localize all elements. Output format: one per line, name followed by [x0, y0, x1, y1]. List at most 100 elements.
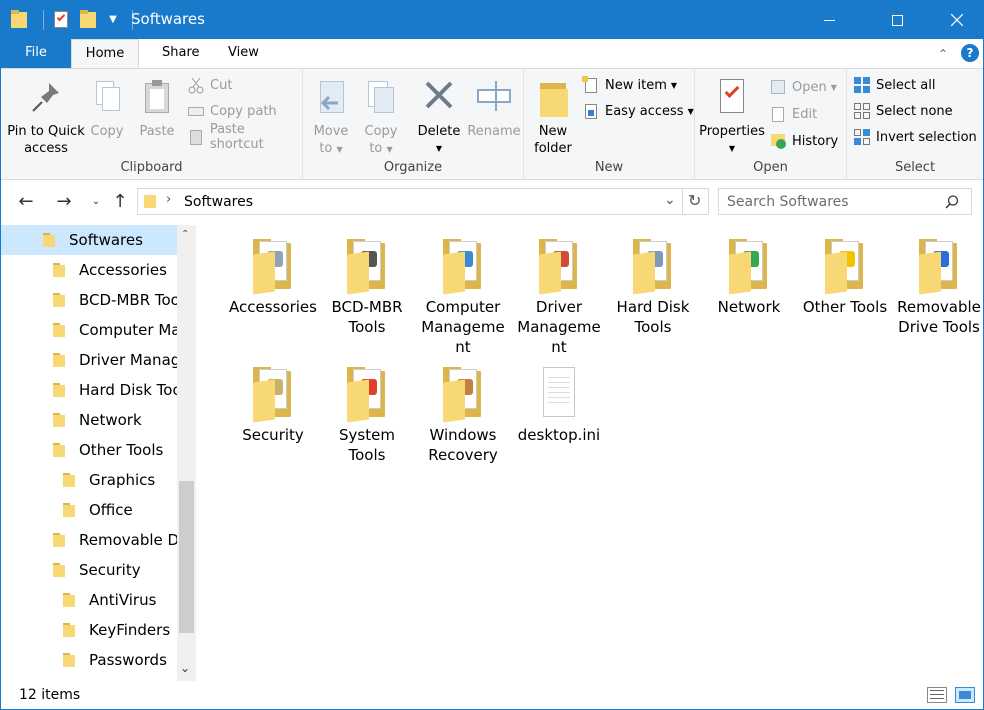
help-icon[interactable]: ?	[961, 44, 979, 62]
close-button[interactable]	[934, 1, 980, 39]
scissors-icon	[187, 76, 205, 94]
dropdown-arrow-icon: ▼	[670, 80, 678, 90]
tree-item[interactable]: Network	[1, 405, 177, 435]
item-label: Windows	[429, 426, 497, 444]
tree-item-label: BCD-MBR Tools	[79, 291, 177, 309]
new-folder-button[interactable]: New folder	[530, 75, 576, 157]
new-folder-label-line1: New	[538, 124, 568, 139]
select-group: Select all Select none Invert selection …	[847, 69, 983, 179]
tree-item[interactable]: Softwares	[1, 225, 177, 255]
tree-item[interactable]: AntiVirus	[1, 585, 177, 615]
rename-button[interactable]: Rename	[467, 75, 521, 140]
invert-selection-label: Invert selection	[876, 129, 977, 145]
item-count: 12 items	[19, 687, 81, 703]
breadcrumb-chevron-icon[interactable]: ›	[166, 192, 171, 207]
properties-icon[interactable]	[50, 9, 72, 31]
tree-item[interactable]: Office	[1, 495, 177, 525]
address-path[interactable]: Softwares	[184, 194, 253, 210]
tree-item[interactable]: Graphics	[1, 465, 177, 495]
folder-item[interactable]: Removable Drive Tools	[893, 225, 984, 337]
tree-item[interactable]: Driver Management	[1, 345, 177, 375]
history-label: History	[792, 133, 839, 149]
folder-item[interactable]: Accessories	[227, 225, 319, 317]
customize-toolbar-chevron-icon[interactable]: ▼	[106, 9, 120, 31]
tree-item[interactable]: Passwords	[1, 645, 177, 675]
tree-item[interactable]: Removable Drive Tools	[1, 525, 177, 555]
delete-button[interactable]: Delete ▼	[415, 75, 463, 157]
refresh-icon[interactable]: ↻	[688, 191, 701, 210]
easy-access-button[interactable]: Easy access ▼	[582, 100, 694, 122]
paste-shortcut-button[interactable]: Paste shortcut	[187, 122, 302, 152]
tab-home[interactable]: Home	[71, 39, 139, 69]
collapse-ribbon-chevron-icon[interactable]: ⌃	[938, 47, 948, 61]
cut-button[interactable]: Cut	[187, 74, 232, 96]
tree-item[interactable]: Accessories	[1, 255, 177, 285]
search-icon[interactable]	[945, 195, 959, 209]
tab-share[interactable]: Share	[146, 39, 216, 68]
up-arrow-icon[interactable]: ↑	[109, 191, 131, 213]
large-icons-view-icon[interactable]	[955, 687, 975, 703]
tree-item[interactable]: BCD-MBR Tools	[1, 285, 177, 315]
file-item[interactable]: desktop.ini	[513, 353, 605, 445]
details-view-icon[interactable]	[927, 687, 947, 703]
history-button[interactable]: History	[769, 130, 838, 152]
tree-item[interactable]: Computer Management	[1, 315, 177, 345]
properties-button[interactable]: Properties ▼	[699, 75, 765, 157]
scroll-thumb[interactable]	[179, 481, 194, 633]
search-box[interactable]	[718, 188, 972, 215]
delete-x-icon	[422, 77, 456, 119]
open-icon	[769, 78, 787, 96]
folder-item[interactable]: Other Tools	[799, 225, 891, 317]
folder-computer-icon	[439, 237, 487, 295]
tree-item[interactable]: Hard Disk Tools	[1, 375, 177, 405]
tab-view[interactable]: View	[212, 39, 275, 68]
paste-button[interactable]: Paste	[135, 75, 179, 140]
folder-item[interactable]: System Tools	[321, 353, 413, 465]
properties-label: Properties	[699, 124, 765, 139]
maximize-button[interactable]	[874, 1, 920, 39]
open-button[interactable]: Open ▼	[769, 76, 837, 98]
folder-item[interactable]: BCD-MBR Tools	[321, 225, 413, 337]
navigation-scrollbar[interactable]: ⌃ ⌄	[177, 225, 196, 681]
minimize-button[interactable]	[806, 1, 852, 39]
rename-label: Rename	[467, 124, 521, 139]
close-icon	[951, 14, 963, 26]
folder-item[interactable]: Windows Recovery	[417, 353, 509, 465]
address-bar[interactable]: › Softwares ⌄ ↻	[137, 188, 709, 215]
folder-item[interactable]: Network	[703, 225, 795, 317]
new-folder-icon[interactable]	[78, 9, 100, 31]
tree-item[interactable]: KeyFinders	[1, 615, 177, 645]
folder-item[interactable]: Hard Disk Tools	[607, 225, 699, 337]
folder-item[interactable]: Driver Manageme nt	[513, 225, 605, 357]
recent-locations-chevron-icon[interactable]: ⌄	[85, 191, 107, 213]
new-folder-label-line2: folder	[534, 141, 572, 156]
tree-item[interactable]: Other Tools	[1, 435, 177, 465]
folder-icon	[53, 263, 69, 277]
scroll-up-chevron-icon[interactable]: ⌃	[181, 229, 189, 240]
address-dropdown-chevron-icon[interactable]: ⌄	[664, 192, 676, 208]
select-all-button[interactable]: Select all	[853, 74, 935, 96]
move-to-button[interactable]: Move to ▼	[311, 75, 351, 158]
copy-path-label: Copy path	[210, 103, 277, 119]
tree-item-label: Softwares	[69, 231, 143, 249]
new-item-button[interactable]: New item ▼	[582, 74, 677, 96]
edit-button[interactable]: Edit	[769, 103, 817, 125]
forward-arrow-icon[interactable]: →	[53, 191, 75, 213]
scroll-down-chevron-icon[interactable]: ⌄	[180, 661, 190, 675]
copy-to-button[interactable]: Copy to ▼	[361, 75, 401, 158]
search-input[interactable]	[727, 192, 937, 211]
back-arrow-icon[interactable]: ←	[15, 191, 37, 213]
tree-item-label: KeyFinders	[89, 621, 171, 639]
folder-item[interactable]: Computer Manageme nt	[417, 225, 509, 357]
tree-item[interactable]: Security	[1, 555, 177, 585]
properties-icon	[715, 77, 749, 119]
select-none-button[interactable]: Select none	[853, 100, 953, 122]
copy-to-icon	[364, 77, 398, 119]
open-group: Properties ▼ Open ▼ Edit History Open	[695, 69, 847, 179]
folder-item[interactable]: Security	[227, 353, 319, 445]
copy-button[interactable]: Copy	[87, 75, 127, 140]
copy-path-button[interactable]: Copy path	[187, 100, 277, 122]
tab-file[interactable]: File	[1, 39, 71, 68]
invert-selection-button[interactable]: Invert selection	[853, 126, 977, 148]
pin-to-quick-access-button[interactable]: Pin to Quick access	[7, 75, 85, 157]
